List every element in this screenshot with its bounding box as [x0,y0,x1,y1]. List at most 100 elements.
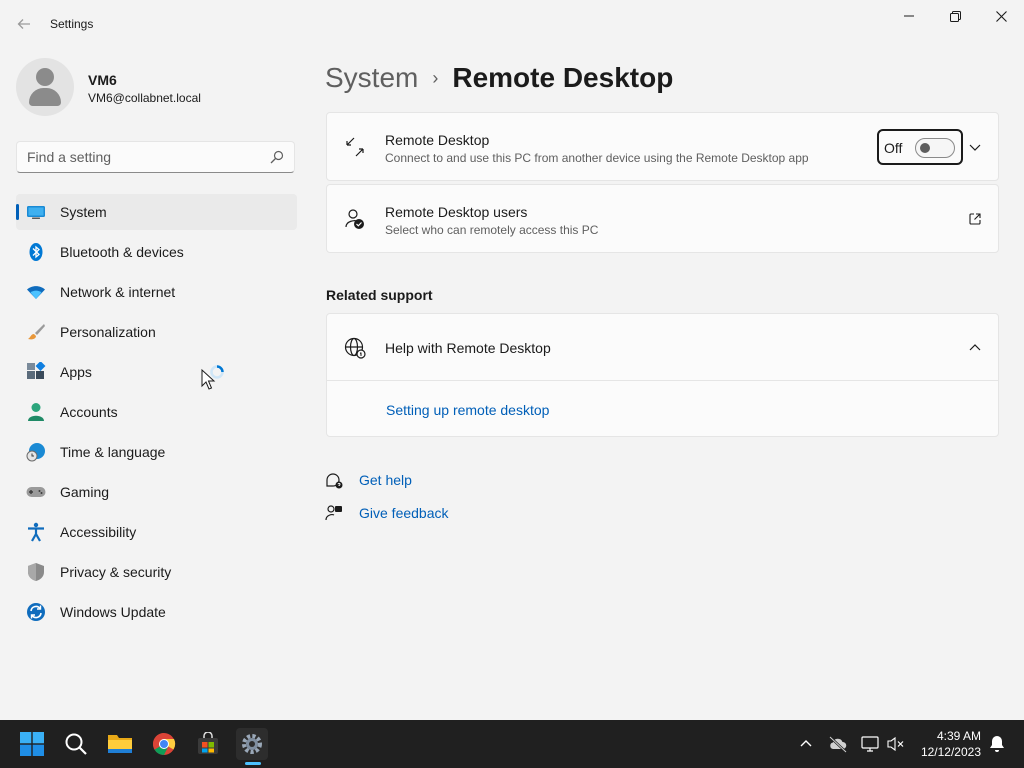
get-help-link[interactable]: Get help [359,472,412,488]
user-profile[interactable]: VM6 VM6@collabnet.local [16,58,296,118]
help-expander-header[interactable]: Help with Remote Desktop [327,314,998,381]
remote-desktop-description: Connect to and use this PC from another … [385,151,809,165]
sidebar-item-network[interactable]: Network & internet [16,274,297,310]
chevron-up-icon[interactable] [967,340,983,356]
notification-bell-icon[interactable] [987,734,1007,754]
open-external-icon [969,213,981,225]
gamepad-icon [26,487,46,497]
close-icon [995,10,1007,22]
update-icon [27,603,45,621]
minimize-button[interactable] [886,0,932,32]
restore-icon [949,10,961,22]
volume-muted-icon[interactable] [886,734,906,754]
sidebar-item-label: Accounts [60,404,118,420]
sidebar-item-label: Privacy & security [60,564,172,580]
sidebar-item-accounts[interactable]: Accounts [16,394,297,430]
active-app-indicator [245,762,261,765]
clock-time: 4:39 AM [936,729,981,743]
sidebar-item-label: Gaming [60,484,110,500]
globe-clock-icon [26,443,45,462]
breadcrumb: System › Remote Desktop [325,58,673,98]
page-title: Remote Desktop [452,62,674,93]
sidebar-item-label: Personalization [60,324,156,340]
start-button[interactable] [16,728,48,760]
bluetooth-icon [29,243,43,261]
cloud-offline-icon[interactable] [828,734,848,754]
taskbar-search-button[interactable] [60,728,92,760]
store-icon [198,732,218,754]
file-explorer-button[interactable] [104,728,136,760]
store-button[interactable] [192,728,224,760]
help-card: Help with Remote Desktop Setting up remo… [326,313,999,437]
network-icon[interactable] [860,734,880,754]
remote-users-description: Select who can remotely access this PC [385,223,599,237]
sidebar-item-privacy[interactable]: Privacy & security [16,554,297,590]
sidebar-item-label: Time & language [60,444,166,460]
chrome-button[interactable] [148,728,180,760]
breadcrumb-parent[interactable]: System [325,62,418,94]
taskbar: 4:39 AM 12/12/2023 [0,720,1024,768]
system-monitor-icon [27,206,45,219]
give-feedback-icon [325,505,342,521]
sidebar-nav: System Bluetooth & devices Network & int… [16,194,297,634]
search-input[interactable] [17,142,267,172]
sidebar-item-windows-update[interactable]: Windows Update [16,594,297,630]
search-icon [65,733,87,755]
sidebar-item-apps[interactable]: Apps [16,354,297,390]
apps-icon [27,362,46,379]
sidebar-item-label: Windows Update [60,604,166,620]
help-title: Help with Remote Desktop [385,340,551,356]
back-button[interactable] [10,10,38,38]
wifi-icon [27,286,45,299]
sidebar-item-system[interactable]: System [16,194,297,230]
shield-icon [28,563,44,581]
setting-up-remote-desktop-link[interactable]: Setting up remote desktop [386,402,549,418]
sidebar-item-label: System [60,204,107,220]
remote-desktop-icon [346,137,364,157]
sidebar-item-label: Bluetooth & devices [60,244,184,260]
app-title: Settings [50,17,94,31]
remote-users-title: Remote Desktop users [385,204,528,220]
chrome-icon [153,733,176,755]
sidebar-item-bluetooth[interactable]: Bluetooth & devices [16,234,297,270]
give-feedback-link[interactable]: Give feedback [359,505,449,521]
back-arrow-icon [17,19,30,29]
remote-desktop-toggle-focus[interactable]: Off [877,129,963,165]
accounts-icon [28,403,44,421]
title-bar: Settings [0,0,1024,48]
globe-icon [344,337,366,359]
windows-start-icon [20,732,44,756]
sidebar-item-gaming[interactable]: Gaming [16,474,297,510]
profile-email: VM6@collabnet.local [88,91,201,105]
close-button[interactable] [978,0,1024,32]
related-support-heading: Related support [326,287,433,303]
chevron-up-icon[interactable] [796,734,816,754]
system-clock[interactable]: 4:39 AM 12/12/2023 [921,728,981,760]
minimize-icon [904,15,914,17]
user-check-icon [345,209,364,229]
remote-desktop-users-card[interactable]: Remote Desktop users Select who can remo… [326,184,999,253]
remote-desktop-card: Remote Desktop Connect to and use this P… [326,112,999,181]
sidebar-item-label: Accessibility [60,524,137,540]
remote-desktop-title: Remote Desktop [385,132,490,148]
chevron-down-icon[interactable] [967,139,983,155]
toggle-state-label: Off [884,140,903,156]
profile-name: VM6 [88,72,117,88]
file-explorer-icon [108,735,132,753]
paintbrush-icon [28,324,45,340]
settings-taskbar-button[interactable] [236,728,268,760]
avatar [16,58,74,116]
search-box [16,141,295,173]
breadcrumb-separator: › [432,67,439,88]
accessibility-icon [28,522,44,542]
sidebar-item-label: Network & internet [60,284,176,300]
remote-desktop-toggle[interactable] [915,138,955,158]
settings-icon [242,734,262,754]
search-icon[interactable] [270,150,284,164]
sidebar-item-accessibility[interactable]: Accessibility [16,514,297,550]
sidebar-item-personalization[interactable]: Personalization [16,314,297,350]
restore-button[interactable] [932,0,978,32]
sidebar-item-time-language[interactable]: Time & language [16,434,297,470]
get-help-icon [326,473,343,489]
sidebar-item-label: Apps [60,364,92,380]
